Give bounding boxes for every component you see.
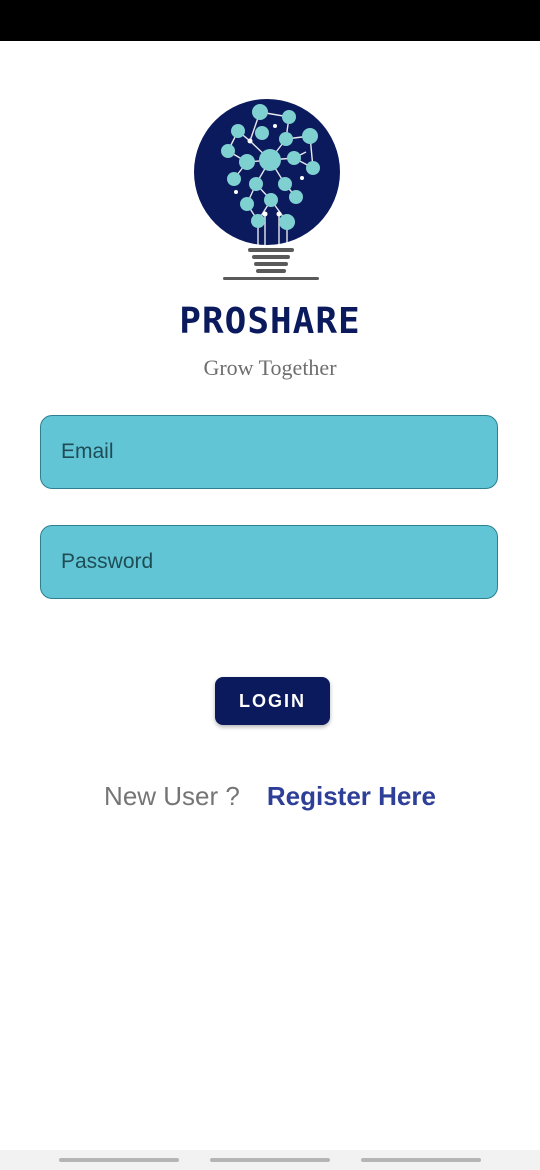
- system-nav-bar: [0, 1150, 540, 1170]
- nav-home-button[interactable]: [210, 1158, 330, 1162]
- password-placeholder: Password: [61, 550, 154, 573]
- lightbulb-network-icon: [190, 96, 350, 288]
- app-tagline: Grow Together: [203, 355, 337, 380]
- email-field[interactable]: Email: [40, 415, 498, 489]
- app-name: PROSHARE: [179, 301, 361, 342]
- new-user-text: New User ?: [104, 780, 240, 811]
- login-button[interactable]: LOGIN: [215, 677, 330, 725]
- status-bar: [0, 0, 540, 41]
- password-field[interactable]: Password: [40, 525, 498, 599]
- email-placeholder: Email: [61, 440, 114, 463]
- register-row: New User ? Register Here: [0, 778, 540, 814]
- nav-recent-button[interactable]: [59, 1158, 179, 1162]
- nav-back-button[interactable]: [361, 1158, 481, 1162]
- register-link[interactable]: Register Here: [267, 781, 436, 812]
